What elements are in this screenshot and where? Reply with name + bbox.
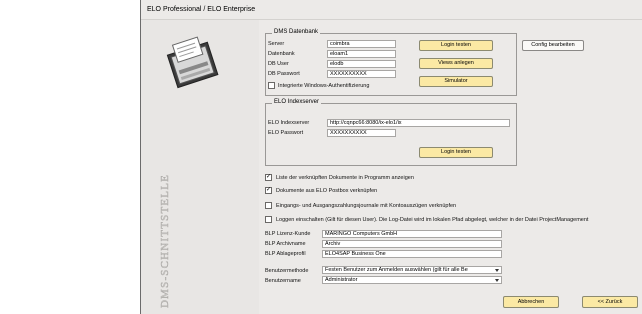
license-customer-label: BLP Lizenz-Kunde <box>265 231 311 237</box>
option-checkbox-journals[interactable] <box>265 202 272 209</box>
server-label: Server <box>268 41 285 47</box>
user-method-value: Festen Benutzer zum Anmelden auswählen (… <box>325 267 468 273</box>
option-checkbox-linked-docs[interactable]: ✓ <box>265 174 272 181</box>
title-bar: ELO Professional / ELO Enterprise <box>141 0 642 20</box>
option-label-journals: Eingangs- und Ausgangszahlungsjournale m… <box>276 203 457 209</box>
vertical-brand-text: DMS-SCHNITTSTELLE <box>157 95 171 310</box>
db-password-input[interactable]: XXXXXXXXXX <box>327 70 396 78</box>
back-button[interactable]: << Zurück <box>582 296 638 308</box>
server-input[interactable]: coimbra <box>327 40 396 48</box>
indexserver-url-label: ELO Indexserver <box>268 120 310 126</box>
db-user-input[interactable]: elodb <box>327 60 396 68</box>
username-value: Administrator <box>325 277 358 283</box>
db-password-label: DB Passwort <box>268 71 300 77</box>
windows-auth-checkbox[interactable] <box>268 82 275 89</box>
window-title: ELO Professional / ELO Enterprise <box>147 6 256 13</box>
login-test-button[interactable]: Login testen <box>419 40 493 51</box>
license-customer-input[interactable]: MARINGO Computers GmbH <box>322 230 502 238</box>
option-label-postbox: Dokumente aus ELO Postbox verknüpfen <box>276 188 378 194</box>
printer-icon <box>163 34 221 92</box>
simulator-button[interactable]: Simulator <box>419 76 493 87</box>
option-checkbox-postbox[interactable]: ✓ <box>265 187 272 194</box>
database-label: Datenbank <box>268 51 295 57</box>
username-select[interactable]: Administrator <box>322 276 502 284</box>
storage-profile-label: BLP Ablageprofil <box>265 251 306 257</box>
storage-profile-input[interactable]: ELO4SAP Business One <box>322 250 502 258</box>
dms-group-title: DMS Datenbank <box>272 29 321 35</box>
user-method-label: Benutzermethode <box>265 268 309 274</box>
user-method-select[interactable]: Festen Benutzer zum Anmelden auswählen (… <box>322 266 502 274</box>
indexserver-login-test-button[interactable]: Login testen <box>419 147 493 158</box>
chevron-down-icon <box>495 279 499 282</box>
option-label-linked-docs: Liste der verknüpften Dokumente in Progr… <box>276 175 414 181</box>
archive-name-label: BLP Archivname <box>265 241 306 247</box>
db-user-label: DB User <box>268 61 289 67</box>
edit-config-button[interactable]: Config bearbeiten <box>522 40 584 51</box>
database-input[interactable]: eloam1 <box>327 50 396 58</box>
indexserver-group-title: ELO Indexserver <box>272 99 322 105</box>
option-check-mark-0: ✓ <box>266 174 272 180</box>
option-check-mark-1: ✓ <box>266 187 272 193</box>
username-label: Benutzername <box>265 278 301 284</box>
elo-password-input[interactable]: XXXXXXXXXX <box>327 129 396 137</box>
elo-settings-window: ELO Professional / ELO Enterprise DMS-SC… <box>140 0 642 314</box>
indexserver-url-input[interactable]: http://cqnpc66:8080/ix-elo1/ix <box>327 119 510 127</box>
chevron-down-icon <box>495 269 499 272</box>
create-views-button[interactable]: Views anlegen <box>419 58 493 69</box>
option-label-logging: Loggen einschalten (Gilt für diesen User… <box>276 217 589 223</box>
windows-auth-label: Integrierte Windows-Authentifizierung <box>278 83 370 89</box>
archive-name-input[interactable]: Archiv <box>322 240 502 248</box>
option-checkbox-logging[interactable] <box>265 216 272 223</box>
vertical-brand-label: DMS-SCHNITTSTELLE <box>159 174 171 308</box>
elo-password-label: ELO Passwort <box>268 130 304 136</box>
side-panel: DMS-SCHNITTSTELLE <box>141 20 259 314</box>
cancel-button[interactable]: Abbrechen <box>503 296 559 308</box>
